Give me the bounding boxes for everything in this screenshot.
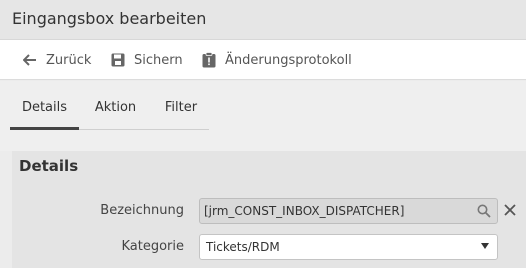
details-panel: Details Bezeichnung [jrm_CONST_INBOX_DIS… bbox=[12, 151, 526, 268]
toolbar: Zurück Sichern Änderungsprotokoll bbox=[0, 40, 526, 80]
name-label: Bezeichnung bbox=[100, 203, 184, 218]
category-label: Kategorie bbox=[121, 239, 184, 254]
category-select[interactable]: Tickets/RDM bbox=[199, 234, 498, 260]
change-log-label: Änderungsprotokoll bbox=[225, 52, 352, 68]
back-button[interactable]: Zurück bbox=[22, 40, 91, 80]
tab-strip: Details Aktion Filter bbox=[0, 81, 526, 151]
tab-filter[interactable]: Filter bbox=[156, 100, 206, 130]
chevron-down-icon bbox=[481, 243, 489, 249]
search-icon[interactable] bbox=[477, 204, 491, 218]
change-log-button[interactable]: Änderungsprotokoll bbox=[201, 40, 352, 80]
name-value: [jrm_CONST_INBOX_DISPATCHER] bbox=[204, 204, 405, 218]
title-bar: Eingangsbox bearbeiten bbox=[0, 0, 526, 40]
floppy-disk-icon bbox=[110, 52, 126, 68]
details-heading: Details bbox=[19, 157, 79, 175]
tab-details[interactable]: Details bbox=[10, 100, 79, 130]
page-title: Eingangsbox bearbeiten bbox=[12, 9, 207, 28]
back-label: Zurück bbox=[46, 52, 92, 68]
category-value: Tickets/RDM bbox=[206, 240, 280, 254]
arrow-left-icon bbox=[22, 52, 38, 68]
name-field[interactable]: [jrm_CONST_INBOX_DISPATCHER] bbox=[199, 198, 498, 224]
tab-aktion[interactable]: Aktion bbox=[88, 100, 143, 130]
clipboard-alert-icon bbox=[201, 52, 217, 68]
close-icon[interactable] bbox=[503, 202, 519, 218]
save-label: Sichern bbox=[134, 52, 183, 68]
save-button[interactable]: Sichern bbox=[110, 40, 183, 80]
